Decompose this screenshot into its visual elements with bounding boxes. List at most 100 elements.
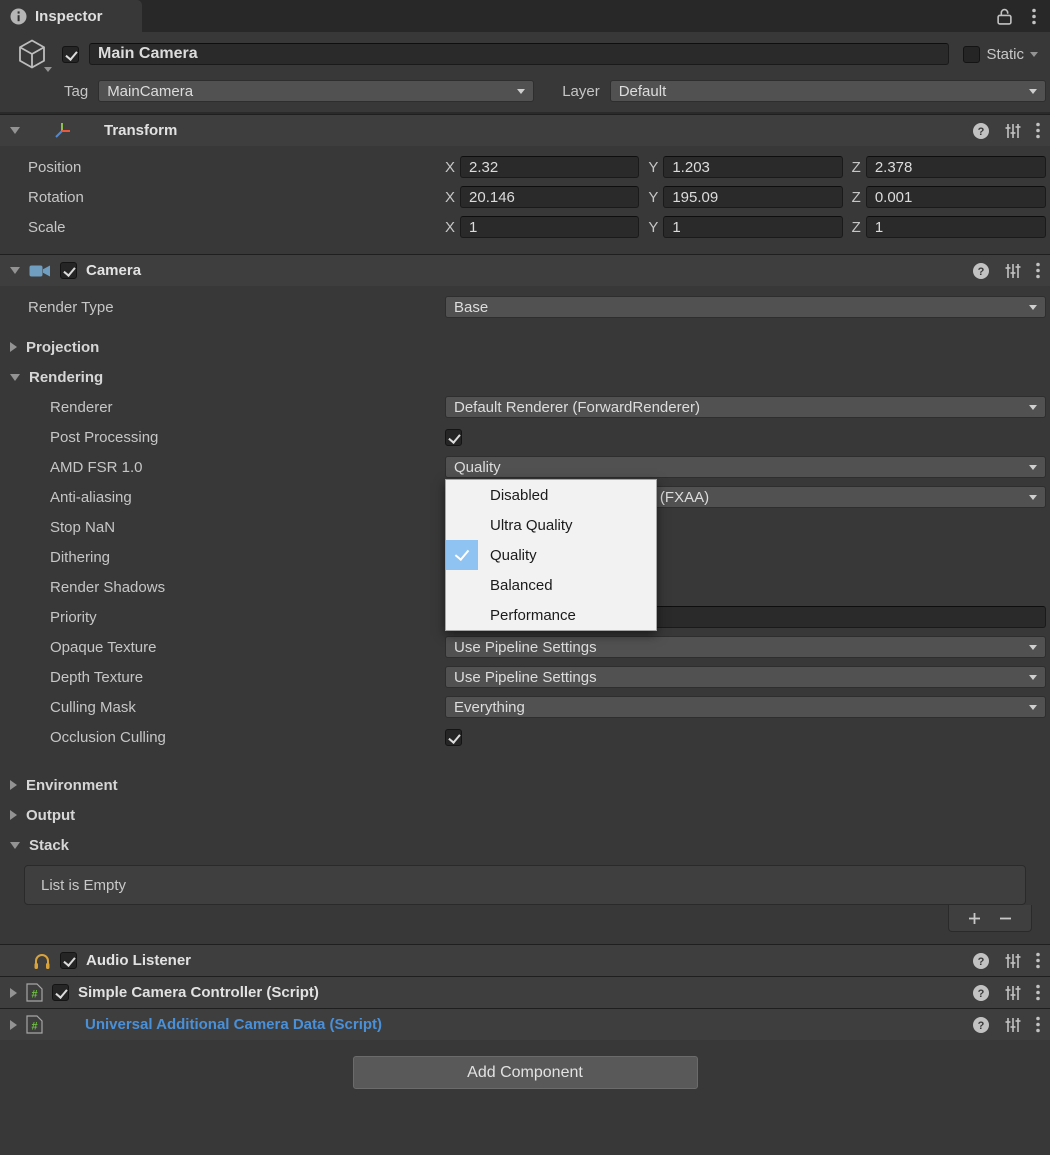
foldout-open-icon[interactable] <box>10 374 20 381</box>
tag-dropdown[interactable]: MainCamera <box>98 80 534 102</box>
presets-icon[interactable] <box>1005 985 1021 1001</box>
foldout-closed-icon[interactable] <box>10 780 17 790</box>
static-checkbox[interactable] <box>963 46 980 63</box>
remove-stack-item-button[interactable] <box>999 912 1012 925</box>
position-label: Position <box>28 159 445 176</box>
amd-fsr-dropdown[interactable]: Quality <box>445 456 1046 478</box>
svg-text:?: ? <box>978 956 985 968</box>
dithering-label: Dithering <box>50 549 445 566</box>
script-enabled-checkbox[interactable] <box>52 984 69 1001</box>
stack-foldout[interactable]: Stack <box>0 830 1050 860</box>
help-icon[interactable]: ? <box>972 984 990 1002</box>
output-foldout[interactable]: Output <box>0 800 1050 830</box>
rendering-foldout[interactable]: Rendering <box>0 362 1050 392</box>
audio-listener-header[interactable]: Audio Listener ? <box>0 944 1050 976</box>
inspector-tab-bar: Inspector <box>0 0 1050 32</box>
audio-listener-enabled-checkbox[interactable] <box>60 952 77 969</box>
help-icon[interactable]: ? <box>972 1016 990 1034</box>
rotation-x-field[interactable]: 20.146 <box>460 186 639 208</box>
camera-enabled-checkbox[interactable] <box>60 262 77 279</box>
camera-controller-header[interactable]: # Simple Camera Controller (Script) ? <box>0 976 1050 1008</box>
scale-y-field[interactable]: 1 <box>663 216 842 238</box>
kebab-menu-icon[interactable] <box>1032 8 1036 25</box>
projection-foldout[interactable]: Projection <box>0 332 1050 362</box>
post-processing-checkbox[interactable] <box>445 429 462 446</box>
opaque-texture-label: Opaque Texture <box>50 639 445 656</box>
chevron-down-icon <box>1029 465 1037 470</box>
position-y-field[interactable]: 1.203 <box>663 156 842 178</box>
rotation-z-field[interactable]: 0.001 <box>866 186 1046 208</box>
foldout-closed-icon[interactable] <box>10 342 17 352</box>
kebab-menu-icon[interactable] <box>1036 1016 1040 1033</box>
post-processing-label: Post Processing <box>50 429 445 446</box>
popup-item-performance[interactable]: Performance <box>446 600 656 630</box>
tab-label: Inspector <box>35 8 103 25</box>
foldout-open-icon[interactable] <box>10 127 20 134</box>
axis-y-label: Y <box>648 159 658 176</box>
culling-mask-dropdown[interactable]: Everything <box>445 696 1046 718</box>
help-icon[interactable]: ? <box>972 122 990 140</box>
position-z-field[interactable]: 2.378 <box>866 156 1046 178</box>
help-icon[interactable]: ? <box>972 952 990 970</box>
foldout-open-icon[interactable] <box>10 267 20 274</box>
gameobject-active-checkbox[interactable] <box>62 46 79 63</box>
position-x-field[interactable]: 2.32 <box>460 156 639 178</box>
scale-x-field[interactable]: 1 <box>460 216 639 238</box>
depth-texture-dropdown[interactable]: Use Pipeline Settings <box>445 666 1046 688</box>
opaque-texture-dropdown[interactable]: Use Pipeline Settings <box>445 636 1046 658</box>
popup-item-quality[interactable]: Quality <box>446 540 656 570</box>
transform-icon <box>52 121 72 141</box>
foldout-open-icon[interactable] <box>10 842 20 849</box>
presets-icon[interactable] <box>1005 953 1021 969</box>
gameobject-cube-icon[interactable] <box>12 35 52 73</box>
add-component-button[interactable]: Add Component <box>353 1056 698 1089</box>
stop-nan-label: Stop NaN <box>50 519 445 536</box>
camera-controller-title: Simple Camera Controller (Script) <box>78 984 319 1001</box>
scale-z-field[interactable]: 1 <box>866 216 1046 238</box>
gameobject-header: Main Camera Static Tag MainCamera Layer … <box>0 32 1050 112</box>
svg-text:?: ? <box>978 126 985 138</box>
presets-icon[interactable] <box>1005 1017 1021 1033</box>
add-stack-item-button[interactable] <box>968 912 981 925</box>
popup-item-disabled[interactable]: Disabled <box>446 480 656 510</box>
camera-icon <box>29 263 51 279</box>
stack-list: List is Empty <box>24 865 1026 905</box>
lock-icon[interactable] <box>997 8 1012 25</box>
chevron-down-icon <box>1029 705 1037 710</box>
camera-body: Render Type Base Projection Rendering Re… <box>0 286 1050 944</box>
foldout-closed-icon[interactable] <box>10 810 17 820</box>
help-icon[interactable]: ? <box>972 262 990 280</box>
render-type-row: Render Type Base <box>0 292 1050 322</box>
gameobject-name-field[interactable]: Main Camera <box>89 43 949 65</box>
transform-header[interactable]: Transform ? <box>0 114 1050 146</box>
rotation-y-field[interactable]: 195.09 <box>663 186 842 208</box>
amd-fsr-row: AMD FSR 1.0 Quality Disabled Ultra Quali… <box>0 452 1050 482</box>
environment-foldout[interactable]: Environment <box>0 770 1050 800</box>
foldout-closed-icon[interactable] <box>10 988 17 998</box>
inspector-footer: Add Component <box>0 1040 1050 1089</box>
render-type-dropdown[interactable]: Base <box>445 296 1046 318</box>
presets-icon[interactable] <box>1005 263 1021 279</box>
headphones-icon <box>33 952 51 970</box>
csharp-script-icon: # <box>26 1015 43 1034</box>
render-shadows-label: Render Shadows <box>50 579 445 596</box>
check-slot <box>446 480 478 510</box>
kebab-menu-icon[interactable] <box>1036 952 1040 969</box>
axis-x-label: X <box>445 189 455 206</box>
popup-item-ultra-quality[interactable]: Ultra Quality <box>446 510 656 540</box>
renderer-dropdown[interactable]: Default Renderer (ForwardRenderer) <box>445 396 1046 418</box>
tab-inspector[interactable]: Inspector <box>0 0 142 32</box>
occlusion-culling-checkbox[interactable] <box>445 729 462 746</box>
kebab-menu-icon[interactable] <box>1036 122 1040 139</box>
additional-camera-data-header[interactable]: # Universal Additional Camera Data (Scri… <box>0 1008 1050 1040</box>
layer-dropdown[interactable]: Default <box>610 80 1046 102</box>
foldout-closed-icon[interactable] <box>10 1020 17 1030</box>
kebab-menu-icon[interactable] <box>1036 984 1040 1001</box>
popup-item-balanced[interactable]: Balanced <box>446 570 656 600</box>
kebab-menu-icon[interactable] <box>1036 262 1040 279</box>
scale-row: Scale X1 Y1 Z1 <box>0 212 1050 242</box>
camera-header[interactable]: Camera ? <box>0 254 1050 286</box>
presets-icon[interactable] <box>1005 123 1021 139</box>
static-dropdown[interactable]: Static <box>959 46 1038 63</box>
axis-x-label: X <box>445 159 455 176</box>
